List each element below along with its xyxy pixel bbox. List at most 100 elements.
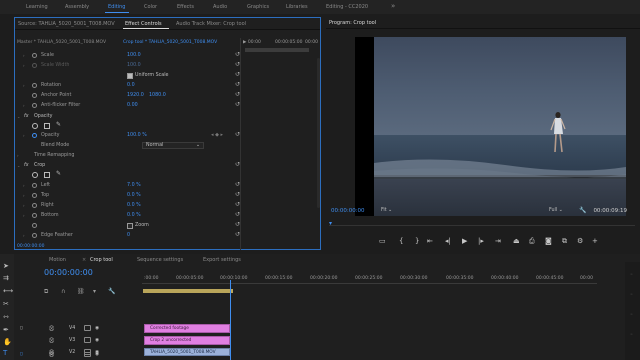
reset-icon[interactable]: ↺ xyxy=(235,51,240,58)
workspace-graphics[interactable]: Graphics xyxy=(247,4,269,10)
reset-icon[interactable]: ↺ xyxy=(235,231,240,238)
workspace-assembly[interactable]: Assembly xyxy=(65,4,89,10)
timeline-settings-icon[interactable]: 🔧 xyxy=(108,288,115,295)
hand-tool-icon[interactable]: ✋ xyxy=(3,338,12,346)
add-marker-icon[interactable]: ▾ xyxy=(93,288,96,295)
reset-icon[interactable]: ↺ xyxy=(235,211,240,218)
reset-icon[interactable]: ↺ xyxy=(235,71,240,78)
uniform-scale-checkbox[interactable] xyxy=(127,73,133,79)
crop-right-value[interactable]: 0.0 % xyxy=(127,203,141,208)
mark-out-icon[interactable]: } xyxy=(415,237,419,245)
stopwatch-icon[interactable] xyxy=(32,233,37,238)
workspace-learning[interactable]: Learning xyxy=(26,4,48,10)
reset-icon[interactable]: ↺ xyxy=(235,201,240,208)
step-back-icon[interactable]: ◂| xyxy=(445,237,451,245)
lift-icon[interactable]: ⏏ xyxy=(513,237,520,245)
fit-dropdown[interactable]: Fit ⌄ xyxy=(381,208,392,213)
go-to-out-icon[interactable]: ⇥ xyxy=(495,237,501,245)
rectangle-mask-icon[interactable] xyxy=(44,123,50,129)
playhead[interactable] xyxy=(230,280,231,360)
stopwatch-icon[interactable] xyxy=(32,183,37,188)
stopwatch-icon[interactable] xyxy=(32,83,37,88)
sync-lock-icon[interactable]: ⛒ xyxy=(49,352,54,358)
wrench-icon[interactable]: 🔧 xyxy=(579,207,586,214)
track-select-tool-icon[interactable]: ⇉ xyxy=(3,274,9,282)
ellipse-mask-icon[interactable] xyxy=(32,172,38,178)
twirl-icon[interactable]: › xyxy=(23,103,25,108)
mark-in-icon[interactable]: { xyxy=(399,237,403,245)
stopwatch-icon[interactable] xyxy=(32,53,37,58)
tab-program[interactable]: Program: Crop tool xyxy=(329,20,376,26)
reset-icon[interactable]: ↺ xyxy=(235,81,240,88)
ec-timecode[interactable]: 00:00:00:00 xyxy=(17,244,44,249)
twirl-icon[interactable]: › xyxy=(23,133,25,138)
comparison-view-icon[interactable]: ⧉ xyxy=(562,237,567,246)
twirl-open-icon[interactable]: ⌄ xyxy=(17,114,20,119)
tab-motion[interactable]: Motion xyxy=(49,257,66,263)
razor-tool-icon[interactable]: ✂ xyxy=(3,300,9,308)
twirl-icon[interactable]: › xyxy=(17,153,19,158)
ec-scrollbar[interactable] xyxy=(317,58,320,208)
stopwatch-icon[interactable] xyxy=(32,103,37,108)
pen-tool-icon[interactable]: ✒ xyxy=(3,326,9,334)
reset-icon[interactable]: ↺ xyxy=(235,101,240,108)
export-frame-icon[interactable]: ◙ xyxy=(545,237,552,245)
reset-icon[interactable]: ↺ xyxy=(235,181,240,188)
anchor-y-value[interactable]: 1080.0 xyxy=(149,93,166,98)
rectangle-mask-icon[interactable] xyxy=(44,172,50,178)
sync-lock-icon[interactable]: ⛒ xyxy=(49,338,54,344)
edge-feather-value[interactable]: 0 xyxy=(127,233,130,238)
toggle-track-output-icon[interactable] xyxy=(84,337,91,343)
twirl-open-icon[interactable]: ⌄ xyxy=(17,163,20,168)
workspace-color[interactable]: Color xyxy=(144,4,157,10)
workspace-libraries[interactable]: Libraries xyxy=(286,4,308,10)
stopwatch-icon[interactable] xyxy=(32,213,37,218)
pen-mask-icon[interactable]: ✎ xyxy=(56,170,61,177)
reset-icon[interactable]: ↺ xyxy=(235,131,240,138)
type-tool-icon[interactable]: T xyxy=(3,349,7,357)
linked-selection-icon[interactable]: ⛓ xyxy=(77,288,85,295)
close-tab-icon[interactable]: × xyxy=(82,257,86,263)
crop-top-value[interactable]: 0.0 % xyxy=(127,193,141,198)
stopwatch-icon[interactable] xyxy=(32,133,37,138)
workspace-effects[interactable]: Effects xyxy=(177,4,194,10)
tab-sequence-settings[interactable]: Sequence settings xyxy=(137,257,183,263)
twirl-icon[interactable]: › xyxy=(23,193,25,198)
fx-badge[interactable]: fx xyxy=(24,163,29,168)
clip-v1[interactable]: TAHLIA_5020_5001_T008.MOV xyxy=(144,348,230,356)
twirl-icon[interactable]: › xyxy=(23,213,25,218)
eye-icon[interactable]: ◉ xyxy=(95,326,99,331)
sequence-clip-selector[interactable]: Crop tool * TAHLIA_5020_5001_T008.MOV xyxy=(123,40,217,45)
reset-icon[interactable]: ↺ xyxy=(235,191,240,198)
fx-badge[interactable]: fx xyxy=(24,114,29,119)
ellipse-mask-icon[interactable] xyxy=(32,123,38,129)
tab-effect-controls[interactable]: Effect Controls xyxy=(125,21,162,27)
add-button-icon[interactable]: + xyxy=(592,237,598,245)
timeline-vertical-scrollbar[interactable]: ◦ ◦ ◦ ◦ xyxy=(625,262,640,360)
twirl-icon[interactable]: › xyxy=(23,83,25,88)
pen-mask-icon[interactable]: ✎ xyxy=(56,121,61,128)
anchor-x-value[interactable]: 1920.0 xyxy=(127,93,144,98)
work-area-bar[interactable] xyxy=(143,289,233,293)
snap-icon[interactable]: ∩ xyxy=(61,288,65,295)
reset-icon[interactable]: ↺ xyxy=(235,221,240,228)
twirl-icon[interactable]: › xyxy=(23,53,25,58)
eye-icon[interactable]: ◉ xyxy=(95,338,99,343)
tab-crop-tool[interactable]: Crop tool xyxy=(90,257,113,263)
program-timecode[interactable]: 00:00:00:00 xyxy=(331,208,365,214)
twirl-icon[interactable]: › xyxy=(23,183,25,188)
tab-source[interactable]: Source: TAHLIA_5020_5001_T008.MOV xyxy=(18,21,115,27)
workspace-editing[interactable]: Editing xyxy=(108,4,125,10)
reset-icon[interactable]: ↺ xyxy=(235,61,240,68)
reset-icon[interactable]: ↺ xyxy=(235,91,240,98)
eye-icon[interactable]: ◉ xyxy=(95,352,99,357)
reset-icon[interactable]: ↺ xyxy=(235,161,240,168)
timeline-ruler[interactable] xyxy=(142,283,597,284)
toggle-track-output-icon[interactable] xyxy=(84,352,91,357)
crop-bottom-value[interactable]: 0.0 % xyxy=(127,213,141,218)
nest-icon[interactable]: ⧉ xyxy=(44,288,48,296)
step-forward-icon[interactable]: |▸ xyxy=(478,237,484,245)
ripple-edit-tool-icon[interactable]: ⟷ xyxy=(3,287,13,295)
quality-dropdown[interactable]: Full ⌄ xyxy=(549,208,563,213)
go-to-in-icon[interactable]: ⇤ xyxy=(427,237,433,245)
